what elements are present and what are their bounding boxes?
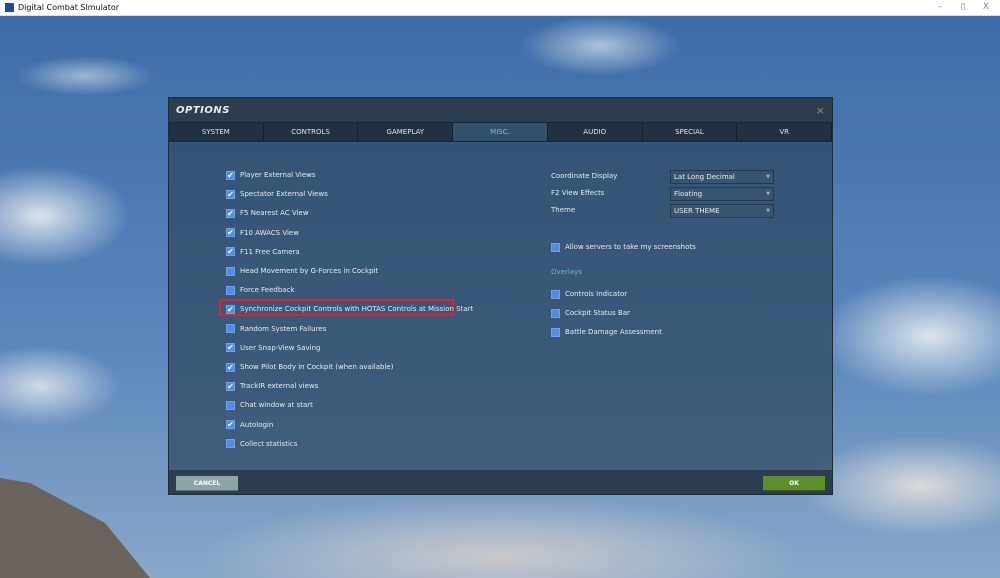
overlays-heading: Overlays [551, 268, 582, 276]
checkbox-icon[interactable] [226, 285, 235, 295]
option-checkbox[interactable]: ✔ Autologin [226, 420, 273, 430]
chevron-down-icon: ▼ [766, 208, 770, 214]
option-checkbox[interactable]: Head Movement by G-Forces in Cockpit [226, 266, 378, 276]
checkbox-label: Allow servers to take my screenshots [565, 243, 696, 251]
dialog-footer: CANCEL OK [169, 470, 832, 494]
checkbox-label: Autologin [240, 420, 274, 429]
checkbox-label: F11 Free Camera [240, 247, 300, 256]
option-checkbox[interactable]: Random System Failures [226, 324, 326, 334]
checkbox-label: Show Pilot Body in Cockpit (when availab… [240, 363, 394, 371]
option-checkbox[interactable]: ✔ Spectator External Views [226, 189, 328, 199]
checkbox-icon[interactable] [226, 266, 235, 276]
checkbox-icon[interactable]: ✔ [226, 170, 235, 180]
checkbox-icon[interactable]: ✔ [226, 304, 235, 314]
checkbox-icon[interactable]: ✔ [226, 189, 235, 199]
option-checkbox[interactable]: ✔ Player External Views [226, 170, 316, 180]
option-checkbox[interactable]: ✔ F11 Free Camera [226, 247, 300, 257]
select-dropdown[interactable]: Lat Long Decimal ▼ [670, 170, 774, 184]
checkbox-label: Force Feedback [240, 286, 295, 295]
window-title: Digital Combat Simulator [18, 3, 120, 12]
chevron-down-icon: ▼ [766, 174, 770, 180]
tab-gameplay[interactable]: GAMEPLAY [358, 123, 454, 141]
select-label: Coordinate Display [551, 172, 618, 180]
option-checkbox[interactable]: Chat window at start [226, 400, 313, 410]
checkbox-icon[interactable]: ✔ [226, 247, 235, 257]
close-icon[interactable]: × [816, 104, 825, 117]
checkbox-label: User Snap-View Saving [240, 343, 321, 352]
ok-button[interactable]: OK [763, 476, 825, 491]
checkbox-label: Head Movement by G-Forces in Cockpit [240, 267, 379, 275]
checkbox-icon[interactable] [226, 324, 235, 334]
tab-controls[interactable]: CONTROLS [264, 123, 359, 141]
checkbox-label: Synchronize Cockpit Controls with HOTAS … [240, 305, 474, 314]
select-label: Theme [551, 206, 576, 214]
tab-bar: SYSTEM CONTROLS GAMEPLAY MISC. AUDIO SPECIAL V… [169, 122, 833, 142]
cancel-button[interactable]: CANCEL [176, 476, 238, 491]
tab-misc[interactable]: MISC. [453, 123, 548, 141]
maximize-button[interactable]: ▯ [953, 2, 973, 12]
option-checkbox[interactable]: ✔ F10 AWACS View [226, 228, 299, 238]
overlay-checkbox[interactable]: Controls Indicator [551, 289, 627, 299]
allow-screenshots-checkbox[interactable]: Allow servers to take my screenshots [551, 242, 696, 252]
option-checkbox[interactable]: ✔ F5 Nearest AC View [226, 208, 309, 218]
checkbox-icon[interactable] [226, 400, 235, 410]
select-value: USER THEME [674, 207, 720, 215]
checkbox-label: Controls Indicator [565, 290, 628, 298]
checkbox-icon[interactable]: ✔ [226, 343, 235, 353]
select-value: Lat Long Decimal [674, 173, 735, 181]
tab-audio[interactable]: AUDIO [548, 123, 643, 141]
select-value: Floating [674, 190, 703, 198]
checkbox-icon[interactable]: ✔ [226, 228, 235, 238]
overlay-checkbox[interactable]: Battle Damage Assessment [551, 327, 662, 337]
checkbox-icon[interactable]: ✔ [226, 208, 235, 218]
chevron-down-icon: ▼ [766, 191, 770, 197]
checkbox-icon[interactable] [226, 439, 235, 449]
checkbox-icon[interactable]: ✔ [226, 420, 235, 430]
overlay-checkbox[interactable]: Cockpit Status Bar [551, 308, 630, 318]
window-titlebar: Digital Combat Simulator – ▯ X [0, 0, 1000, 16]
option-checkbox[interactable]: ✔ Synchronize Cockpit Controls with HOTAS… [226, 304, 473, 314]
tab-system[interactable]: SYSTEM [169, 123, 264, 141]
minimize-button[interactable]: – [930, 2, 950, 12]
checkbox-icon[interactable] [551, 308, 560, 318]
option-checkbox[interactable]: Force Feedback [226, 285, 295, 295]
close-window-button[interactable]: X [976, 2, 996, 12]
dialog-title: OPTIONS [176, 104, 230, 116]
tab-vr[interactable]: VR [737, 123, 833, 141]
checkbox-label: Spectator External Views [240, 190, 328, 199]
tab-special[interactable]: SPECIAL [643, 123, 738, 141]
checkbox-label: TrackIR external views [240, 382, 319, 391]
checkbox-label: Collect statistics [240, 439, 298, 448]
checkbox-label: Player External Views [240, 171, 316, 179]
dialog-header: OPTIONS × [169, 98, 832, 122]
checkbox-label: F10 AWACS View [240, 228, 299, 237]
checkbox-label: Random System Failures [240, 324, 327, 333]
checkbox-icon[interactable] [551, 327, 560, 337]
option-checkbox[interactable]: ✔ TrackIR external views [226, 381, 318, 391]
select-dropdown[interactable]: Floating ▼ [670, 187, 774, 201]
option-checkbox[interactable]: ✔ User Snap-View Saving [226, 343, 320, 353]
checkbox-icon[interactable] [551, 289, 560, 299]
app-icon [5, 3, 14, 12]
select-dropdown[interactable]: USER THEME ▼ [670, 204, 774, 218]
checkbox-label: Battle Damage Assessment [565, 328, 662, 337]
checkbox-label: F5 Nearest AC View [240, 209, 309, 218]
option-checkbox[interactable]: Collect statistics [226, 439, 297, 449]
checkbox-label: Chat window at start [240, 401, 313, 410]
checkbox-icon[interactable]: ✔ [226, 362, 235, 372]
checkbox-icon[interactable]: ✔ [226, 381, 235, 391]
option-checkbox[interactable]: ✔ Show Pilot Body in Cockpit (when availa… [226, 362, 393, 372]
options-dialog: OPTIONS × SYSTEM CONTROLS GAMEPLAY MISC. AUD… [168, 97, 833, 495]
select-label: F2 View Effects [551, 189, 605, 197]
misc-options-panel: Overlays ✔ Player External Views ✔ Spectato… [169, 143, 832, 470]
checkbox-label: Cockpit Status Bar [565, 309, 630, 318]
checkbox-icon[interactable] [551, 242, 560, 252]
